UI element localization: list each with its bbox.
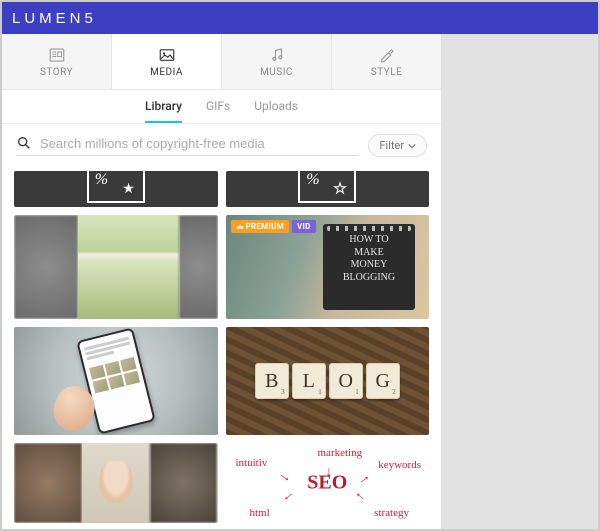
media-tile-portrait[interactable] — [14, 443, 218, 523]
media-tile-notepad[interactable]: PREMIUM VID HOW TO MAKE MONEY BLOGGING — [226, 215, 430, 319]
workspace: STORY MEDIA MUSIC STYLE Library GIFs — [2, 34, 598, 529]
media-tile-blog[interactable]: B3 L1 O1 G2 — [226, 327, 430, 435]
tab-style-label: STYLE — [371, 67, 403, 78]
media-tile-phone[interactable] — [14, 327, 218, 435]
chevron-down-icon — [408, 142, 416, 150]
tab-music[interactable]: MUSIC — [222, 34, 332, 89]
search-row: Filter — [2, 124, 441, 163]
main-tabs: STORY MEDIA MUSIC STYLE — [2, 34, 441, 90]
notepad-line: MONEY — [329, 259, 409, 272]
canvas-area[interactable] — [442, 34, 598, 529]
blur-panel — [150, 443, 218, 523]
face-graphic — [99, 461, 133, 503]
scrabble-letter: B — [265, 370, 278, 393]
arrow-icon: → — [274, 466, 295, 487]
premium-badge: PREMIUM — [231, 220, 290, 233]
side-panel: STORY MEDIA MUSIC STYLE Library GIFs — [2, 34, 442, 529]
discount-graphic: ★ — [298, 171, 356, 203]
subtab-uploads[interactable]: Uploads — [254, 90, 298, 123]
tab-media[interactable]: MEDIA — [112, 34, 222, 89]
notepad-graphic: HOW TO MAKE MONEY BLOGGING — [323, 224, 415, 310]
music-icon — [268, 46, 286, 64]
premium-badge-label: PREMIUM — [246, 222, 285, 231]
subtab-library[interactable]: Library — [145, 90, 182, 123]
tab-story[interactable]: STORY — [2, 34, 112, 89]
scrabble-tile: O1 — [329, 363, 363, 399]
arrow-icon: → — [354, 468, 375, 489]
tab-style[interactable]: STYLE — [332, 34, 441, 89]
scrabble-tile: B3 — [255, 363, 289, 399]
portrait-panel — [82, 443, 150, 523]
style-icon — [378, 46, 396, 64]
seo-word: intuitiv — [236, 457, 268, 469]
search-box — [16, 135, 358, 156]
seo-word: strategy — [374, 507, 409, 519]
blur-panel — [14, 443, 82, 523]
blur-panel — [14, 215, 78, 319]
media-icon — [158, 46, 176, 64]
split-image — [14, 215, 218, 319]
top-bar: LUMEN5 — [2, 2, 598, 34]
scrabble-letter: O — [339, 370, 353, 393]
tab-music-label: MUSIC — [260, 67, 293, 78]
seo-word: marketing — [318, 447, 363, 459]
seo-word: html — [250, 507, 270, 519]
arrow-icon: ↓ — [326, 465, 333, 481]
arrow-icon: → — [278, 486, 299, 507]
filter-label: Filter — [379, 139, 404, 152]
brand-logo: LUMEN5 — [12, 10, 97, 27]
seo-word: keywords — [378, 459, 421, 471]
tab-story-label: STORY — [40, 67, 73, 78]
scrabble-letter: G — [376, 370, 390, 393]
star-icon: ★ — [122, 181, 135, 197]
media-grid[interactable]: ★ ★ — [2, 163, 441, 529]
story-icon — [48, 46, 66, 64]
discount-graphic: ★ — [87, 171, 145, 203]
search-icon — [16, 135, 32, 151]
search-input[interactable] — [40, 136, 358, 151]
triptych — [14, 443, 218, 523]
vid-badge: VID — [292, 220, 316, 233]
sub-tabs: Library GIFs Uploads — [2, 90, 441, 124]
notepad-line: MAKE — [329, 247, 409, 260]
notepad-line: BLOGGING — [329, 272, 409, 285]
star-outline-icon: ★ — [334, 181, 347, 197]
notepad-line: HOW TO — [329, 234, 409, 247]
badge-row: PREMIUM VID — [231, 220, 316, 233]
subtab-gifs[interactable]: GIFs — [206, 90, 230, 123]
filter-button[interactable]: Filter — [368, 134, 427, 157]
media-tile-nature[interactable] — [14, 215, 218, 319]
blur-panel — [179, 215, 217, 319]
media-tile-discount-2[interactable]: ★ — [226, 171, 430, 207]
nature-panel — [78, 215, 180, 319]
media-tile-seo[interactable]: intuitiv marketing keywords html strateg… — [226, 443, 430, 523]
crown-icon — [236, 223, 244, 231]
arrow-icon: → — [349, 486, 370, 507]
scrabble-tile: G2 — [366, 363, 400, 399]
app-window: LUMEN5 STORY MEDIA MUSIC — [0, 0, 600, 531]
scrabble-tile: L1 — [292, 363, 326, 399]
media-tile-discount-1[interactable]: ★ — [14, 171, 218, 207]
tab-media-label: MEDIA — [150, 67, 183, 78]
scrabble-letter: L — [303, 370, 315, 393]
